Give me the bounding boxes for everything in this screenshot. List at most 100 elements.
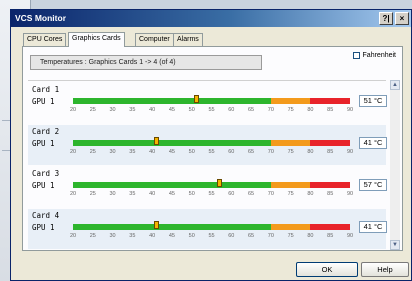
scale-tick-label: 60	[228, 149, 235, 155]
scale-tick-label: 55	[208, 107, 215, 113]
scale-tick-label: 75	[287, 107, 294, 113]
card-row: Card 1 GPU 1 20 25 30 35 40 45 50 55 60 65 70 75 80 85 9…	[28, 83, 387, 123]
scale-tick-label: 50	[188, 233, 195, 239]
scale-tick-label: 25	[89, 233, 96, 239]
scroll-up-button[interactable]: ▲	[390, 80, 400, 90]
tab-cpu-cores[interactable]: CPU Cores	[23, 33, 67, 46]
scale-tick-label: 35	[129, 191, 136, 197]
scale-tick-label: 35	[129, 149, 136, 155]
card-label: Card 1	[32, 85, 60, 94]
graphics-cards-panel: Fahrenheit Temperatures : Graphics Cards…	[22, 46, 403, 251]
temperature-readout: 41 °C	[359, 221, 387, 233]
help-button[interactable]: Help	[361, 262, 409, 277]
temperature-readout: 57 °C	[359, 179, 387, 191]
scale-tick-label: 70	[267, 233, 274, 239]
scale-tick-label: 50	[188, 107, 195, 113]
scale-tick-label: 85	[327, 149, 334, 155]
gauge-zone-green	[73, 98, 271, 104]
scale-tick-label: 55	[208, 149, 215, 155]
scale-tick-label: 40	[149, 107, 156, 113]
gauge-marker	[193, 95, 199, 103]
card-label: Card 2	[32, 127, 60, 136]
scale-tick-label: 30	[109, 149, 116, 155]
gauge-zone-orange	[270, 224, 311, 230]
fahrenheit-checkbox[interactable]	[352, 52, 360, 59]
scale-tick-label: 40	[149, 233, 156, 239]
temperatures-header: Temperatures : Graphics Cards 1 -> 4 (of…	[30, 55, 262, 70]
gauge-scale: 20 25 30 35 40 45 50 55 60 65 70 75 80 85 90	[69, 191, 354, 199]
title-bar[interactable]: VCS Monitor ?| ×	[11, 10, 411, 27]
window-title: VCS Monitor	[15, 13, 66, 23]
scale-tick-label: 25	[89, 107, 96, 113]
gauge-zone-red	[310, 98, 350, 104]
scale-tick-label: 30	[109, 107, 116, 113]
help-title-button[interactable]: ?|	[379, 12, 393, 25]
scale-tick-label: 35	[129, 233, 136, 239]
scale-tick-label: 40	[149, 191, 156, 197]
gauge-scale: 20 25 30 35 40 45 50 55 60 65 70 75 80 85 90	[69, 233, 354, 241]
scale-tick-label: 30	[109, 233, 116, 239]
scale-tick-label: 45	[168, 149, 175, 155]
card-label: Card 4	[32, 211, 60, 220]
temperature-gauge	[73, 221, 350, 230]
scale-tick-label: 70	[267, 107, 274, 113]
gpu-label: GPU 1	[32, 181, 55, 190]
gauge-zone-green	[73, 140, 271, 146]
gauge-scale: 20 25 30 35 40 45 50 55 60 65 70 75 80 85 90	[70, 149, 353, 157]
card-row: Card 3 GPU 1 20 25 30 35 40 45 50 55 60 65 70 75 80 85 9…	[28, 167, 387, 207]
scale-tick-label: 20	[69, 233, 77, 239]
scale-tick-label: 50	[188, 191, 195, 197]
gauge-zone-orange	[270, 140, 311, 146]
scale-tick-label: 40	[149, 149, 156, 155]
gauge-zone-orange	[270, 98, 311, 104]
scale-tick-label: 60	[228, 107, 235, 113]
ok-button[interactable]: OK	[296, 262, 358, 277]
scale-tick-label: 65	[248, 107, 255, 113]
gauge-marker	[154, 221, 160, 229]
temperature-gauge	[73, 95, 350, 104]
gpu-label: GPU 1	[32, 97, 55, 106]
scale-tick-label: 90	[346, 233, 354, 239]
scale-tick-label: 20	[69, 191, 77, 197]
scale-tick-label: 60	[228, 233, 235, 239]
scale-tick-label: 45	[168, 233, 175, 239]
temperature-readout: 41 °C	[359, 137, 387, 149]
scale-tick-label: 75	[287, 233, 294, 239]
gauge-zone-red	[310, 140, 350, 146]
scale-tick-label: 75	[287, 191, 294, 197]
card-list-scrollbar[interactable]: ▲ ▼	[390, 80, 400, 250]
scale-tick-label: 90	[346, 107, 354, 113]
gauge-zone-orange	[270, 182, 311, 188]
gauge-marker	[217, 179, 223, 187]
vcs-monitor-dialog: VCS Monitor ?| × CPU Cores Graphics Card…	[10, 9, 412, 281]
scale-tick-label: 80	[307, 107, 314, 113]
tab-graphics-cards[interactable]: Graphics Cards	[68, 32, 125, 47]
scale-tick-label: 55	[208, 191, 215, 197]
scale-tick-label: 55	[208, 233, 215, 239]
scale-tick-label: 75	[287, 149, 294, 155]
scale-tick-label: 70	[267, 191, 274, 197]
scroll-down-button[interactable]: ▼	[390, 240, 400, 250]
tab-alarms[interactable]: Alarms	[173, 33, 203, 46]
gauge-zone-green	[73, 182, 271, 188]
scale-tick-label: 35	[129, 107, 136, 113]
scale-tick-label: 25	[89, 191, 96, 197]
scale-tick-label: 45	[168, 191, 175, 197]
scale-tick-label: 65	[248, 149, 255, 155]
tab-computer[interactable]: Computer	[135, 33, 174, 46]
card-row: Card 2 GPU 1 20 25 30 35 40 45 50 55 60 65 70 75 80 85 9…	[28, 125, 387, 165]
scale-tick-label: 90	[346, 191, 354, 197]
card-row: Card 4 GPU 1 20 25 30 35 40 45 50 55 60 65 70 75 80 85 9…	[28, 209, 387, 249]
scale-tick-label: 85	[327, 233, 334, 239]
scale-tick-label: 65	[248, 233, 255, 239]
gpu-label: GPU 1	[32, 139, 55, 148]
scale-tick-label: 30	[109, 191, 116, 197]
scale-tick-label: 50	[188, 149, 195, 155]
gauge-zone-red	[310, 182, 350, 188]
scale-tick-label: 80	[307, 191, 314, 197]
gpu-label: GPU 1	[32, 223, 55, 232]
scale-tick-label: 45	[168, 107, 175, 113]
close-button[interactable]: ×	[395, 12, 409, 25]
fahrenheit-option[interactable]: Fahrenheit	[352, 52, 396, 59]
card-label: Card 3	[32, 169, 60, 178]
